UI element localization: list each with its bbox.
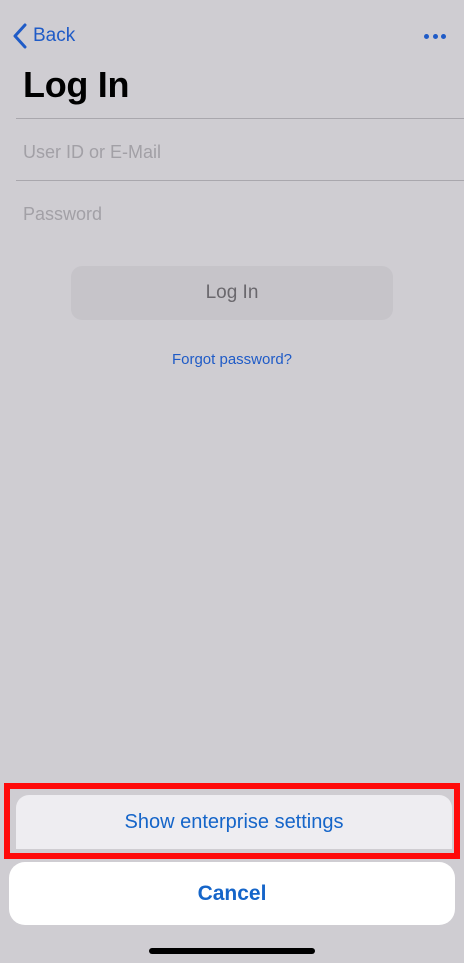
forgot-password-link[interactable]: Forgot password? bbox=[0, 351, 464, 368]
page-title: Log In bbox=[23, 64, 130, 105]
field-divider bbox=[16, 180, 464, 181]
cancel-button[interactable]: Cancel bbox=[9, 862, 455, 925]
cancel-button-label: Cancel bbox=[197, 881, 267, 905]
password-input[interactable] bbox=[23, 194, 448, 234]
home-indicator bbox=[149, 948, 315, 954]
login-button-label: Log In bbox=[205, 282, 259, 303]
back-button-label: Back bbox=[33, 25, 76, 46]
login-button[interactable]: Log In bbox=[71, 266, 393, 320]
user-id-input[interactable] bbox=[23, 132, 448, 172]
ellipsis-icon bbox=[432, 33, 438, 39]
field-divider bbox=[16, 118, 464, 119]
more-button[interactable] bbox=[424, 26, 446, 46]
chevron-left-icon bbox=[13, 23, 27, 49]
ellipsis-icon bbox=[424, 33, 429, 39]
ellipsis-icon bbox=[441, 33, 446, 39]
highlight-box bbox=[4, 783, 460, 859]
back-button[interactable]: Back bbox=[12, 22, 75, 50]
